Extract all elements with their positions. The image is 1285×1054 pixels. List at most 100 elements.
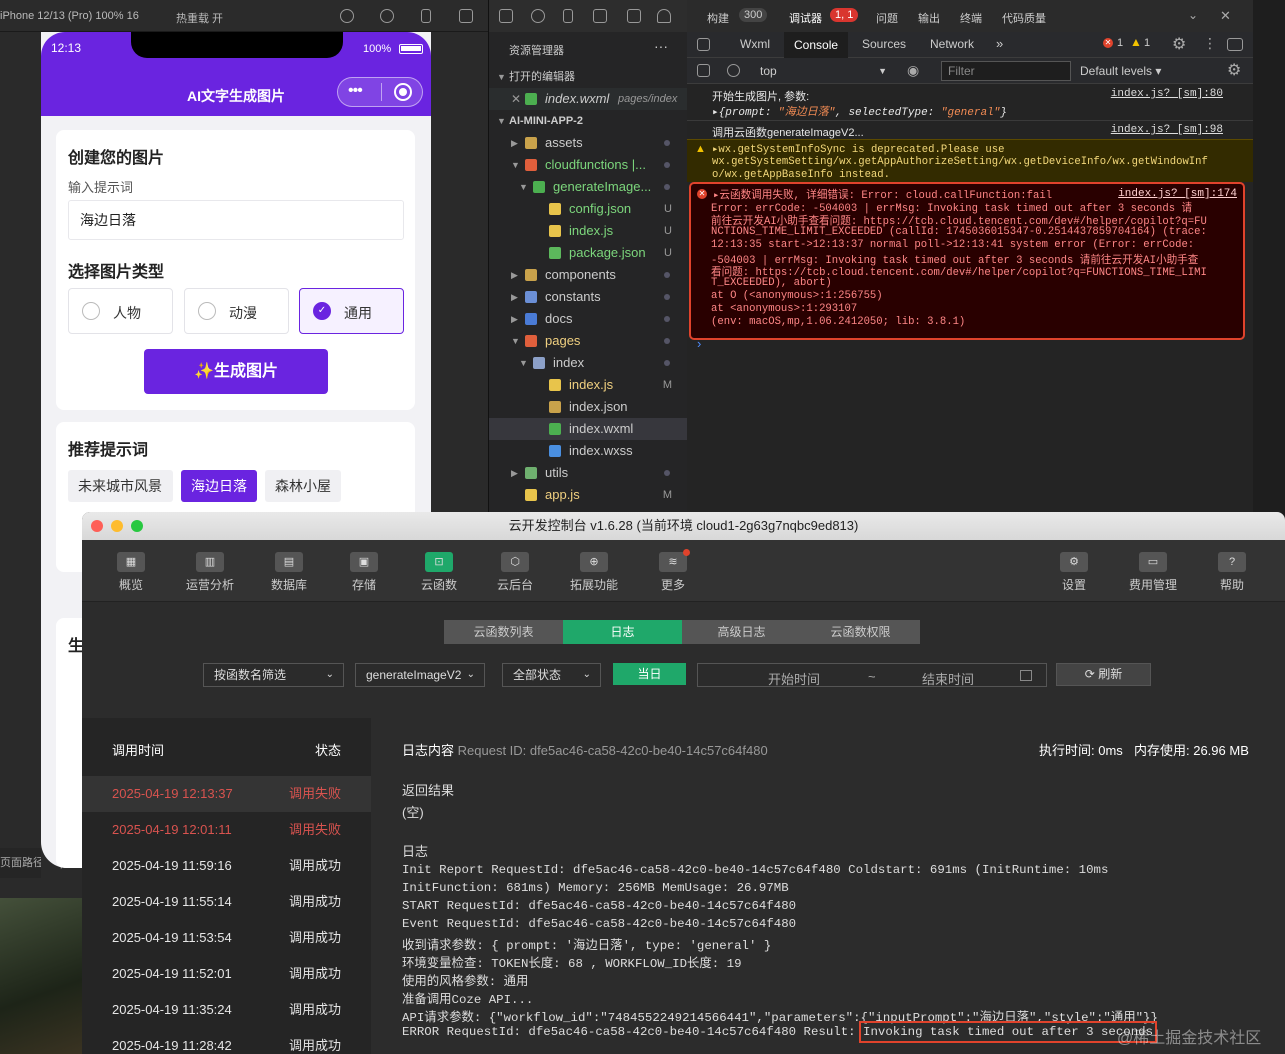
- today-button[interactable]: 当日: [613, 663, 686, 685]
- prompt-input[interactable]: 海边日落: [68, 200, 404, 240]
- window-zoom-button[interactable]: [131, 520, 143, 532]
- eye-icon[interactable]: ◉: [907, 62, 919, 79]
- open-editors-header[interactable]: ▼ 打开的编辑器: [489, 66, 688, 88]
- open-editor-item[interactable]: ✕ index.wxml pages/index: [489, 88, 688, 110]
- tab-quality[interactable]: 代码质量: [1002, 10, 1046, 26]
- tab-output[interactable]: 输出: [918, 10, 940, 26]
- log-source-link[interactable]: index.js? [sm]:174: [1118, 188, 1237, 200]
- toolbar-overview[interactable]: ▦ 概览: [99, 552, 163, 593]
- tag-seaside-sunset[interactable]: 海边日落: [181, 470, 257, 502]
- chevron-icon[interactable]: ▶: [511, 286, 518, 308]
- device-selector[interactable]: iPhone 12/13 (Pro) 100% 16: [0, 10, 139, 22]
- error-count[interactable]: 1: [1117, 37, 1123, 49]
- gear-icon[interactable]: ⚙: [1227, 60, 1241, 80]
- chevron-icon[interactable]: ▼: [519, 352, 528, 374]
- refresh-icon[interactable]: [340, 9, 354, 23]
- table-row[interactable]: 2025-04-19 11:52:01 调用成功: [82, 956, 371, 992]
- tab-debugger[interactable]: 调试器: [789, 10, 822, 26]
- phone-icon[interactable]: [421, 9, 431, 23]
- log-source-link[interactable]: index.js? [sm]:80: [1111, 88, 1223, 100]
- toolbar-database[interactable]: ▤ 数据库: [257, 552, 321, 593]
- tab-console[interactable]: Console: [784, 32, 849, 58]
- tree-file[interactable]: index.wxml: [489, 418, 688, 440]
- tree-file[interactable]: app.js M: [489, 484, 688, 506]
- tree-folder[interactable]: ▼ generateImage...: [489, 176, 688, 198]
- type-option-person[interactable]: 人物: [68, 288, 173, 334]
- table-row[interactable]: 2025-04-19 11:59:16 调用成功: [82, 848, 371, 884]
- extensions-icon[interactable]: [593, 9, 607, 23]
- page-path[interactable]: 页面路径: [0, 848, 41, 878]
- sidebar-toggle-icon[interactable]: [697, 64, 710, 77]
- tab-terminal[interactable]: 终端: [960, 10, 982, 26]
- tree-folder[interactable]: ▼ pages: [489, 330, 688, 352]
- table-row[interactable]: 2025-04-19 11:55:14 调用成功: [82, 884, 371, 920]
- segment-tab[interactable]: 云函数权限: [801, 620, 920, 644]
- search-icon[interactable]: [531, 9, 545, 23]
- tag-forest-cabin[interactable]: 森林小屋: [265, 470, 341, 502]
- context-select[interactable]: top ▼: [753, 61, 893, 81]
- warn-count[interactable]: 1: [1144, 37, 1150, 49]
- tree-file[interactable]: index.json: [489, 396, 688, 418]
- filter-input[interactable]: Filter: [941, 61, 1071, 81]
- error-line[interactable]: T_EXCEEDED), abort): [711, 277, 832, 289]
- debug-icon[interactable]: [627, 9, 641, 23]
- chevron-icon[interactable]: ▶: [511, 132, 518, 154]
- close-icon[interactable]: ✕: [1220, 8, 1231, 24]
- project-header[interactable]: ▼ AI-MINI-APP-2: [489, 110, 688, 132]
- toolbar-help[interactable]: ? 帮助: [1200, 552, 1264, 593]
- more-icon[interactable]: ···: [654, 38, 668, 54]
- tag-future-city[interactable]: 未来城市风景: [68, 470, 173, 502]
- hot-reload-toggle[interactable]: 热重载 开: [176, 10, 223, 26]
- toolbar-settings[interactable]: ⚙ 设置: [1042, 552, 1106, 593]
- window-close-button[interactable]: [91, 520, 103, 532]
- tree-folder[interactable]: ▶ docs: [489, 308, 688, 330]
- tree-folder[interactable]: ▶ utils: [489, 462, 688, 484]
- tree-file[interactable]: index.js U: [489, 220, 688, 242]
- chevron-icon[interactable]: ▼: [519, 176, 528, 198]
- tree-folder[interactable]: ▼ index: [489, 352, 688, 374]
- date-range-picker[interactable]: 开始时间 ~ 结束时间: [697, 663, 1047, 687]
- chevron-icon[interactable]: ▶: [511, 264, 518, 286]
- tree-folder[interactable]: ▶ assets: [489, 132, 688, 154]
- tab-network[interactable]: Network: [930, 37, 974, 51]
- toolbar-analytics[interactable]: ▥ 运营分析: [178, 552, 242, 593]
- chevron-icon[interactable]: ▼: [511, 330, 520, 352]
- console-log-object[interactable]: ▸{prompt: "海边日落", selectedType: "general…: [712, 103, 1007, 119]
- toolbar-functions[interactable]: ⊡ 云函数: [407, 552, 471, 593]
- type-option-anime[interactable]: 动漫: [184, 288, 289, 334]
- tree-file[interactable]: index.wxss: [489, 440, 688, 462]
- radio-checked-icon[interactable]: ✓: [313, 302, 331, 320]
- table-row[interactable]: 2025-04-19 11:28:42 调用成功: [82, 1028, 371, 1054]
- tree-folder[interactable]: ▼ cloudfunctions |...: [489, 154, 688, 176]
- more-tabs-icon[interactable]: »: [996, 36, 1003, 51]
- tree-file[interactable]: index.js M: [489, 374, 688, 396]
- tab-wxml[interactable]: Wxml: [740, 37, 770, 51]
- toolbar-more[interactable]: ≋ 更多: [641, 549, 705, 593]
- console-prompt[interactable]: ›: [697, 336, 701, 351]
- stop-icon[interactable]: [380, 9, 394, 23]
- tree-folder[interactable]: ▶ constants: [489, 286, 688, 308]
- capsule-button[interactable]: •••: [337, 77, 423, 107]
- levels-select[interactable]: Default levels ▾: [1080, 64, 1161, 78]
- status-select[interactable]: 全部状态 ⌄: [502, 663, 601, 687]
- cloud-icon[interactable]: [657, 9, 671, 23]
- tab-problems[interactable]: 问题: [876, 10, 898, 26]
- chevron-icon[interactable]: ▼: [511, 154, 520, 176]
- table-row[interactable]: 2025-04-19 12:01:11 调用失败: [82, 812, 371, 848]
- toolbar-backend[interactable]: ⬡ 云后台: [483, 552, 547, 593]
- chevron-icon[interactable]: ▶: [511, 308, 518, 330]
- radio-icon[interactable]: [198, 302, 216, 320]
- git-icon[interactable]: [563, 9, 573, 23]
- gear-icon[interactable]: ⚙: [1172, 34, 1186, 54]
- segment-tab[interactable]: 日志: [563, 620, 682, 644]
- refresh-button[interactable]: ⟳ 刷新: [1056, 663, 1151, 686]
- tree-file[interactable]: config.json U: [489, 198, 688, 220]
- tab-build[interactable]: 构建: [707, 10, 729, 26]
- kebab-icon[interactable]: ⋮: [1203, 35, 1217, 52]
- error-line[interactable]: NCTIONS_TIME_LIMIT_EXCEEDED (callId: 174…: [711, 226, 1207, 238]
- toolbar-extensions[interactable]: ⊕ 拓展功能: [562, 552, 626, 593]
- tree-file[interactable]: package.json U: [489, 242, 688, 264]
- log-source-link[interactable]: index.js? [sm]:98: [1111, 124, 1223, 136]
- close-mini-icon[interactable]: [394, 83, 412, 101]
- chevron-icon[interactable]: ▶: [511, 462, 518, 484]
